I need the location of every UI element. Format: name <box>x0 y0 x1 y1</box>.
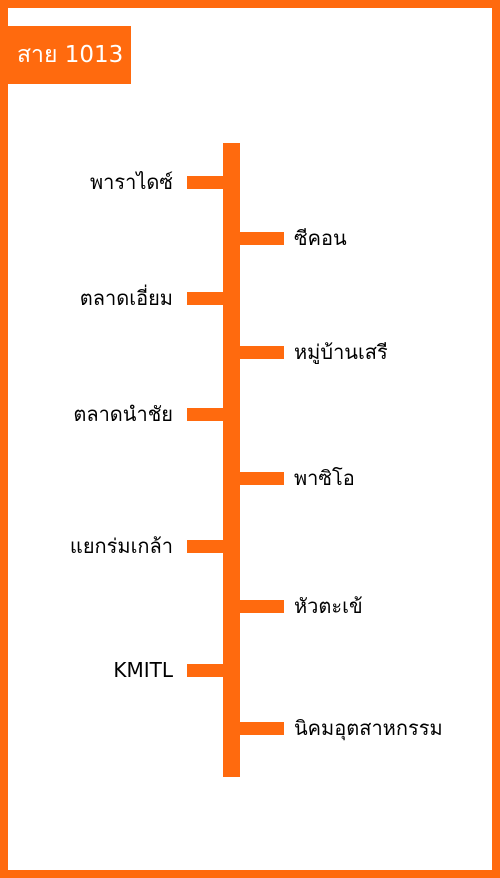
stop-tick <box>187 664 224 677</box>
stop-label: ซีคอน <box>294 226 347 250</box>
stop-label: หมู่บ้านเสรี <box>294 340 388 364</box>
stop-tick <box>239 472 284 485</box>
stop-label: พาราไดซ์ <box>89 170 173 194</box>
page-frame <box>0 0 500 878</box>
stop-tick <box>187 540 224 553</box>
stop-tick <box>187 408 224 421</box>
stop-tick <box>239 600 284 613</box>
stop-tick <box>239 346 284 359</box>
stop-tick <box>239 232 284 245</box>
stop-label: นิคมอุตสาหกรรม <box>294 716 443 740</box>
stop-label: พาซิโอ <box>294 466 355 490</box>
route-line <box>223 143 240 777</box>
stop-label: KMITL <box>113 658 173 682</box>
stop-label: ตลาดนำชัย <box>73 402 173 426</box>
route-badge: สาย 1013 <box>8 26 131 84</box>
stop-tick <box>187 176 224 189</box>
stop-label: หัวตะเข้ <box>294 594 363 618</box>
stop-tick <box>239 722 284 735</box>
route-label: สาย 1013 <box>17 42 124 68</box>
stop-label: ตลาดเอี่ยม <box>79 286 173 310</box>
stop-tick <box>187 292 224 305</box>
stop-label: แยกร่มเกล้า <box>69 534 173 558</box>
